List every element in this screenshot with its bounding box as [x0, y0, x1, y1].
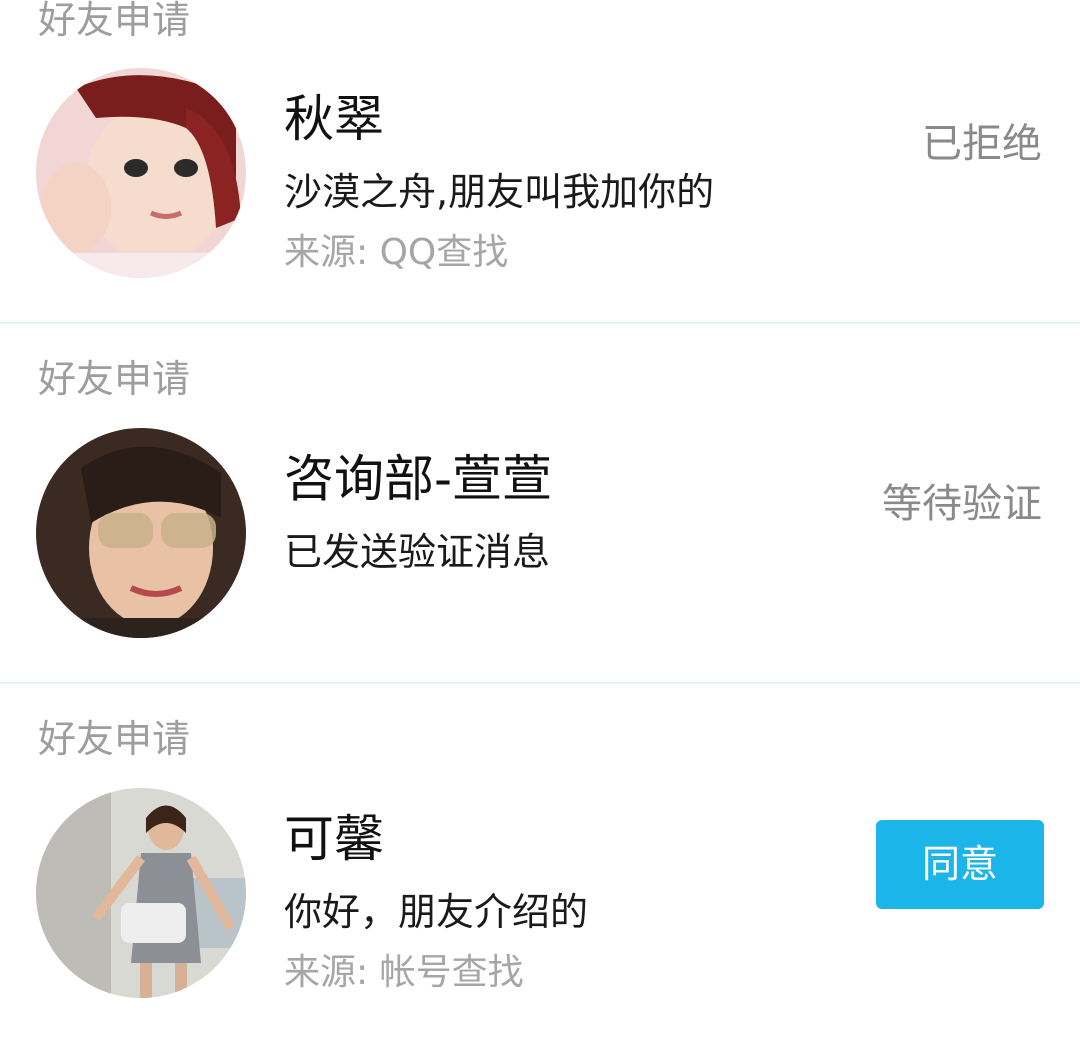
friend-request-list: 好友申请 秋翠 沙漠之舟,朋友叫我加你的 来源: QQ查找 已拒绝 好友申请 咨… [0, 0, 1080, 1040]
request-source: 来源: 帐号查找 [284, 952, 524, 993]
requester-name: 秋翠 [284, 90, 384, 148]
requester-name: 咨询部-萱萱 [284, 450, 553, 508]
request-message: 你好，朋友介绍的 [284, 890, 589, 934]
request-message: 已发送验证消息 [284, 530, 551, 574]
status-rejected: 已拒绝 [922, 121, 1042, 167]
section-label: 好友申请 [38, 717, 191, 761]
request-source: 来源: QQ查找 [284, 232, 509, 273]
agree-button[interactable]: 同意 [876, 820, 1044, 909]
section-label: 好友申请 [38, 357, 191, 401]
friend-request-item[interactable]: 秋翠 沙漠之舟,朋友叫我加你的 来源: QQ查找 已拒绝 [0, 0, 1080, 360]
request-message: 沙漠之舟,朋友叫我加你的 [284, 170, 715, 214]
avatar[interactable] [36, 428, 246, 638]
avatar[interactable] [36, 788, 246, 998]
avatar-image [36, 68, 246, 278]
friend-request-item[interactable]: 好友申请 咨询部-萱萱 已发送验证消息 等待验证 [0, 357, 1080, 720]
status-pending: 等待验证 [882, 481, 1042, 527]
requester-name: 可馨 [284, 810, 384, 868]
avatar-image [36, 788, 246, 998]
divider [0, 682, 1080, 684]
divider [0, 322, 1080, 324]
friend-request-item[interactable]: 好友申请 可馨 你好，朋友介绍的 来源: 帐号查找 同意 [0, 717, 1080, 1040]
avatar-image [36, 428, 246, 638]
avatar[interactable] [36, 68, 246, 278]
